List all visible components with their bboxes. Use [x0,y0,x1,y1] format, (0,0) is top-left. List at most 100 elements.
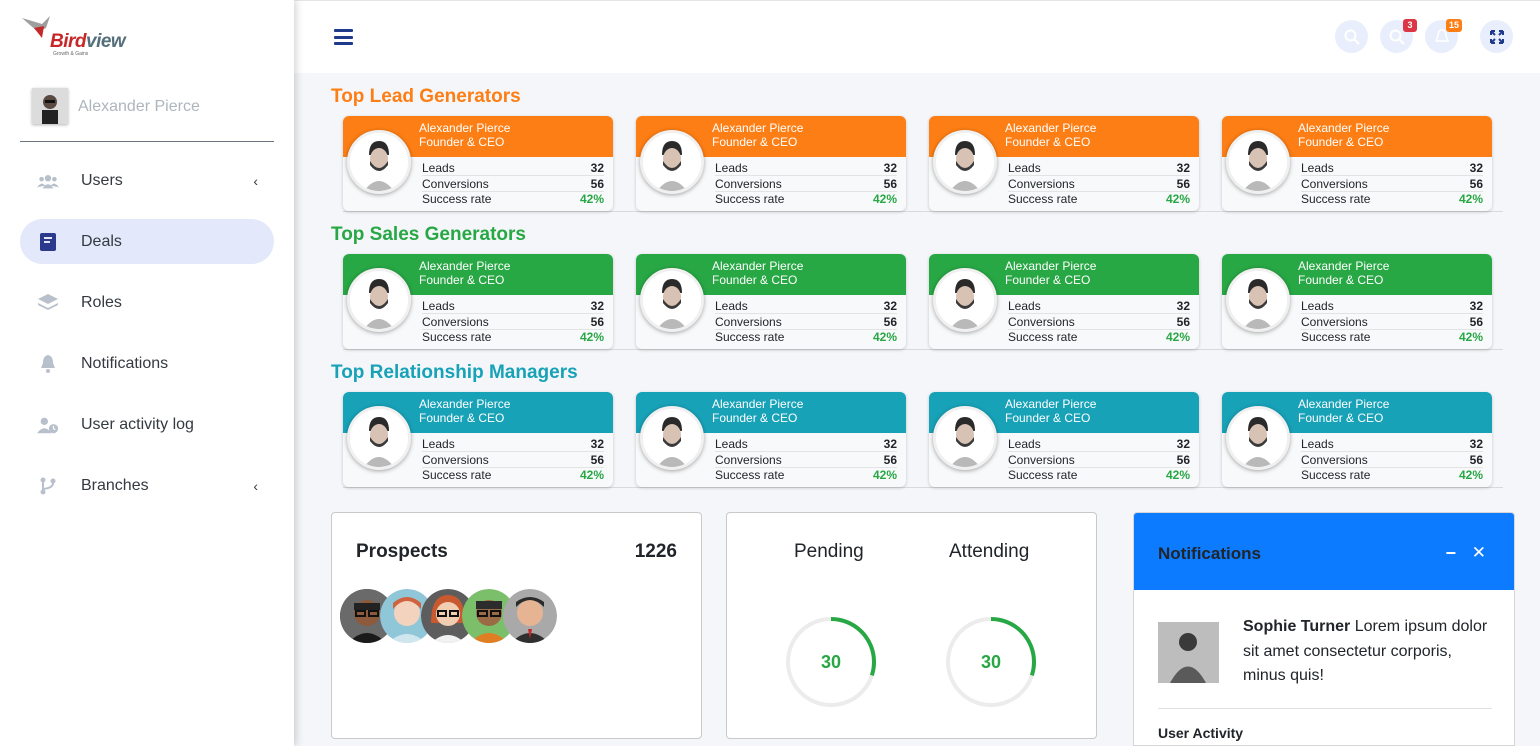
sidebar-item-roles[interactable]: Roles [20,280,274,325]
card-role: Founder & CEO [1298,135,1384,149]
profile-card[interactable]: Alexander Pierce Founder & CEO Leads 32 Conv… [929,254,1199,349]
profile-photo[interactable] [347,130,411,194]
stat-row: Success rate 42% [715,468,897,483]
card-role: Founder & CEO [1005,273,1091,287]
attending-value: 30 [980,651,1002,672]
fullscreen-button[interactable] [1480,20,1513,53]
sidebar-item-branches[interactable]: Branches ‹ [20,463,274,508]
pending-label: Pending [794,541,864,562]
stat-label: Conversions [1301,314,1368,329]
stat-label: Conversions [422,452,489,467]
profile-card[interactable]: Alexander Pierce Founder & CEO Leads 32 Conv… [343,392,613,487]
sidebar-item-user-activity-log[interactable]: User activity log [20,402,274,447]
profile-photo[interactable] [640,268,704,332]
bird-logo-icon [22,16,50,38]
stat-row: Conversions 56 [422,177,604,192]
notification-author[interactable]: Sophie Turner [1243,618,1350,635]
stat-value: 56 [883,176,897,191]
stat-label: Conversions [715,314,782,329]
notifications-title: Notifications [1158,544,1261,563]
profile-photo[interactable] [1226,406,1290,470]
stat-label: Success rate [422,192,492,206]
stat-value: 56 [590,452,604,467]
user-activity-heading: User Activity [1158,725,1244,741]
stat-row: Conversions 56 [715,315,897,330]
profile-card[interactable]: Alexander Pierce Founder & CEO Leads 32 Conv… [929,392,1199,487]
stat-row: Conversions 56 [715,453,897,468]
chevron-left-icon: ‹ [253,172,258,189]
sidebar-item-notifications[interactable]: Notifications [20,341,274,386]
card-name: Alexander Pierce [712,121,804,135]
profile-photo[interactable] [347,406,411,470]
profile-card[interactable]: Alexander Pierce Founder & CEO Leads 32 Conv… [1222,254,1492,349]
section-divider [343,211,1503,212]
profile-photo[interactable] [1226,268,1290,332]
sidebar-item-deals[interactable]: Deals [20,219,274,264]
profile-photo[interactable] [640,130,704,194]
profile-photo[interactable] [933,130,997,194]
stat-row: Leads 32 [1008,299,1190,314]
profile-card[interactable]: Alexander Pierce Founder & CEO Leads 32 Conv… [1222,116,1492,211]
profile-photo[interactable] [933,268,997,332]
card-name: Alexander Pierce [419,259,511,273]
stat-row: Conversions 56 [422,315,604,330]
card-name: Alexander Pierce [712,397,804,411]
card-role: Founder & CEO [1298,411,1384,425]
profile-card[interactable]: Alexander Pierce Founder & CEO Leads 32 Conv… [636,254,906,349]
messages-button[interactable]: 3 [1380,19,1417,53]
stat-label: Success rate [1008,192,1078,206]
stat-label: Leads [422,299,455,313]
profile-card[interactable]: Alexander Pierce Founder & CEO Leads 32 Conv… [929,116,1199,211]
stat-value: 56 [1469,314,1483,329]
card-name: Alexander Pierce [1005,259,1097,273]
stat-value: 56 [1469,452,1483,467]
profile-card[interactable]: Alexander Pierce Founder & CEO Leads 32 Conv… [636,392,906,487]
stat-value: 32 [1176,437,1190,451]
stat-value: 32 [883,161,897,175]
stat-value: 42% [1458,330,1483,344]
profile-card[interactable]: Alexander Pierce Founder & CEO Leads 32 Conv… [636,116,906,211]
stat-label: Success rate [1301,192,1371,206]
stat-label: Success rate [422,330,492,344]
card-role: Founder & CEO [419,411,505,425]
profile-photo[interactable] [640,406,704,470]
stat-label: Leads [715,299,748,313]
brand-logo[interactable]: Birdview Growth & Gains [20,14,130,58]
stat-row: Success rate 42% [422,468,604,483]
stat-value: 32 [1469,299,1483,313]
profile-card[interactable]: Alexander Pierce Founder & CEO Leads 32 Conv… [343,254,613,349]
close-icon[interactable]: ✕ [1472,543,1486,563]
notifications-button[interactable]: 15 [1425,19,1462,53]
stat-row: Conversions 56 [715,177,897,192]
book-icon [37,231,59,253]
search-icon [1344,29,1360,45]
profile-card[interactable]: Alexander Pierce Founder & CEO Leads 32 Conv… [343,116,613,211]
stat-value: 42% [579,330,604,344]
stat-row: Conversions 56 [1008,315,1190,330]
profile-photo[interactable] [1226,130,1290,194]
minus-icon[interactable]: − [1445,543,1456,564]
card-name: Alexander Pierce [1298,397,1390,411]
search-button[interactable] [1335,20,1368,53]
profile-photo[interactable] [933,406,997,470]
stat-value: 56 [590,176,604,191]
stat-value: 42% [1458,192,1483,206]
stat-value: 56 [883,452,897,467]
hamburger-icon[interactable] [334,29,353,45]
notifications-panel: Notifications − ✕ Sophie Turner Lorem ip… [1133,512,1515,746]
user-panel[interactable]: Alexander Pierce [20,84,274,142]
stat-label: Leads [715,161,748,175]
user-name[interactable]: Alexander Pierce [78,98,200,116]
stat-label: Conversions [1008,452,1075,467]
attending-ring: 30 [944,615,1038,709]
profile-photo[interactable] [347,268,411,332]
prospect-avatar[interactable] [503,589,557,643]
sidebar-item-label: Deals [81,232,122,250]
stat-row: Leads 32 [422,299,604,314]
sidebar-item-label: Roles [81,293,122,311]
notification-avatar[interactable] [1158,622,1219,683]
user-avatar[interactable] [32,88,68,124]
sidebar-item-users[interactable]: Users ‹ [20,158,274,203]
profile-card[interactable]: Alexander Pierce Founder & CEO Leads 32 Conv… [1222,392,1492,487]
stat-label: Leads [715,437,748,451]
